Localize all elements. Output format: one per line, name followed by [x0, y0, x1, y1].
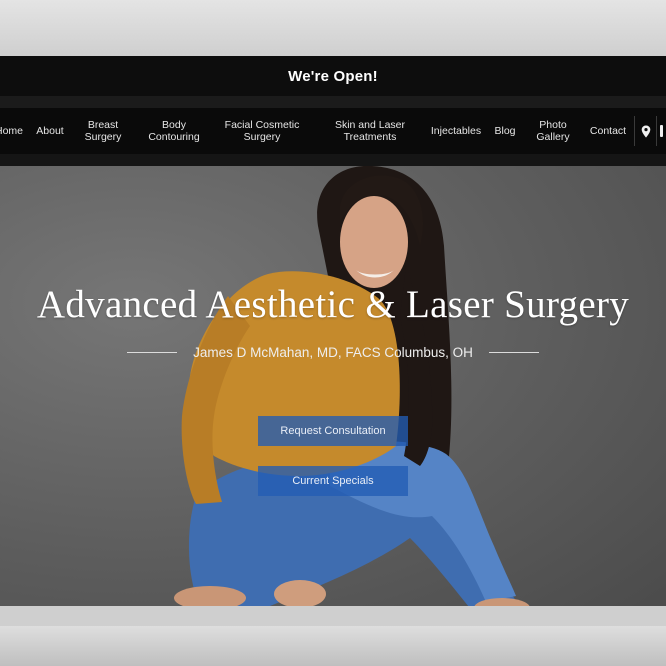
main-navigation: Home About Breast Surgery Body Contourin… [0, 108, 666, 154]
nav-home[interactable]: Home [0, 108, 26, 154]
subtitle-rule-left [127, 351, 178, 353]
nav-photo-gallery-label: Photo Gallery [536, 119, 570, 143]
subtitle-rule-right [488, 351, 539, 353]
nav-skin-laser-treatments[interactable]: Skin and Laser Treatments [328, 108, 412, 154]
nav-blog[interactable]: Blog [490, 108, 520, 154]
monitor-top-bezel [0, 0, 666, 56]
nav-facial-cosmetic-surgery-label: Facial Cosmetic Surgery [224, 119, 300, 143]
nav-skin-laser-treatments-label: Skin and Laser Treatments [334, 119, 406, 143]
announcement-text: We're Open! [288, 67, 378, 85]
announcement-bar: We're Open! [0, 56, 666, 96]
nav-home-label: Home [0, 125, 23, 137]
hero-subtitle-row: James D McMahan, MD, FACS Columbus, OH [0, 342, 666, 362]
monitor-bottom-bezel [0, 626, 666, 666]
hero-section: Advanced Aesthetic & Laser Surgery James… [0, 166, 666, 626]
nav-contact[interactable]: Contact [586, 108, 630, 154]
nav-body-contouring[interactable]: Body Contouring [144, 108, 204, 154]
nav-blog-label: Blog [494, 125, 516, 137]
nav-body-contouring-label: Body Contouring [148, 119, 200, 143]
nav-breast-surgery[interactable]: Breast Surgery [80, 108, 126, 154]
nav-contact-label: Contact [589, 125, 627, 137]
floor [0, 606, 666, 626]
request-consultation-button[interactable]: Request Consultation [258, 416, 408, 446]
nav-injectables-label: Injectables [430, 125, 482, 137]
nav-photo-gallery[interactable]: Photo Gallery [532, 108, 574, 154]
hero-title: Advanced Aesthetic & Laser Surgery [36, 283, 630, 326]
nav-breast-surgery-label: Breast Surgery [84, 119, 122, 143]
location-pin-icon[interactable] [634, 116, 657, 146]
current-specials-label: Current Specials [292, 475, 374, 487]
nav-about[interactable]: About [32, 108, 68, 154]
phone-icon[interactable] [656, 116, 666, 146]
hero-subtitle: James D McMahan, MD, FACS Columbus, OH [193, 344, 473, 360]
nav-bottom-border [0, 154, 666, 166]
nav-injectables[interactable]: Injectables [428, 108, 484, 154]
nav-about-label: About [36, 125, 64, 137]
hero-model-image [174, 166, 530, 618]
nav-facial-cosmetic-surgery[interactable]: Facial Cosmetic Surgery [220, 108, 304, 154]
current-specials-button[interactable]: Current Specials [258, 466, 408, 496]
header-spacer [0, 96, 666, 108]
request-consultation-label: Request Consultation [280, 425, 386, 437]
